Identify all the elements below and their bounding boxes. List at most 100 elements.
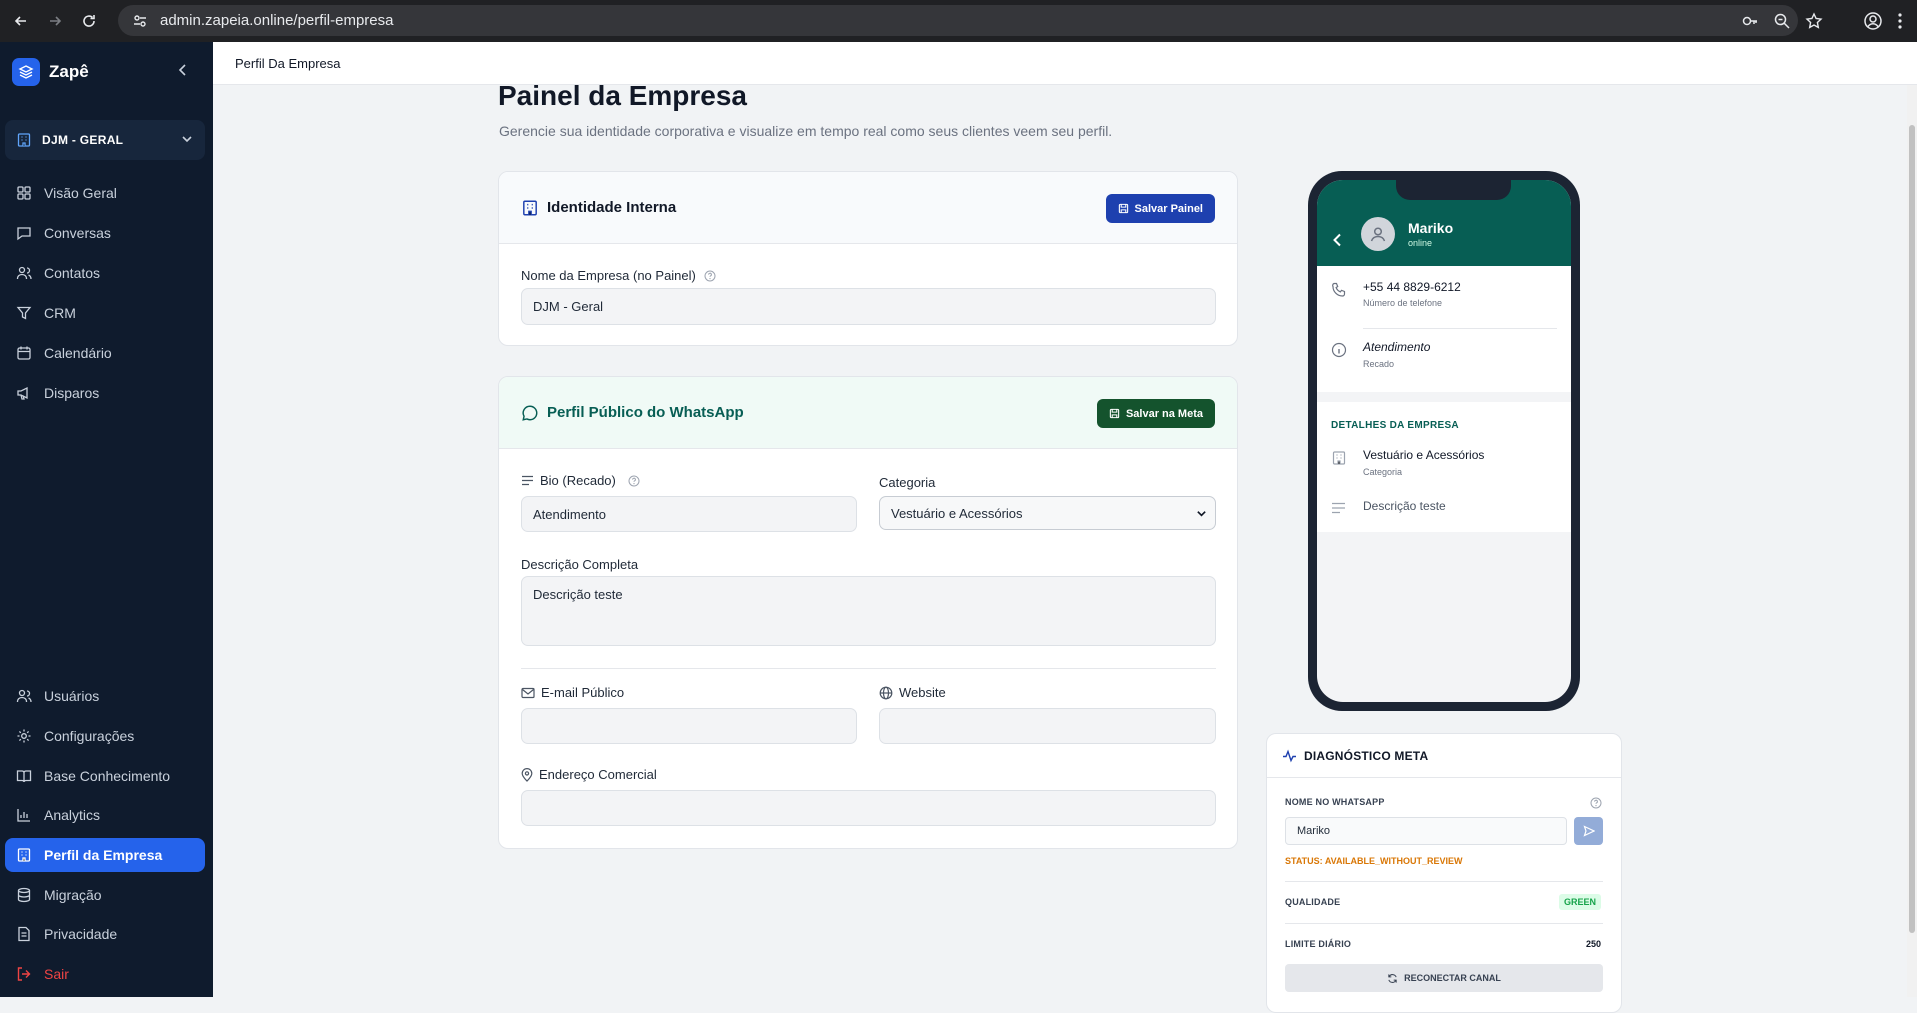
phone-preview: Mariko online +55 44 8829-6212 Número de… (1308, 171, 1580, 711)
save-meta-label: Salvar na Meta (1125, 407, 1203, 420)
description-preview: Descrição teste (1363, 499, 1446, 513)
category-select[interactable]: Vestuário e Acessórios (879, 496, 1216, 530)
star-icon[interactable] (1805, 12, 1823, 30)
sidebar-item-conversas[interactable]: Conversas (5, 216, 205, 250)
reload-icon[interactable] (76, 8, 102, 34)
sidebar-item-configuracoes[interactable]: Configurações (5, 719, 205, 753)
whatsapp-name-input[interactable]: Mariko (1285, 817, 1567, 845)
page-subtitle: Gerencie sua identidade corporativa e vi… (499, 123, 1113, 139)
phone-icon (1331, 282, 1347, 298)
save-meta-button[interactable]: Salvar na Meta (1096, 399, 1215, 428)
email-input[interactable] (521, 708, 857, 744)
save-panel-button[interactable]: Salvar Painel (1105, 194, 1215, 223)
details-section-title: DETALHES DA EMPRESA (1331, 420, 1459, 431)
sidebar-item-migracao[interactable]: Migração (5, 878, 205, 912)
save-icon (1109, 408, 1120, 419)
help-icon[interactable] (628, 475, 640, 487)
divider (1285, 881, 1603, 882)
sidebar-item-privacidade[interactable]: Privacidade (5, 917, 205, 951)
reconnect-channel-button[interactable]: RECONECTAR CANAL (1285, 964, 1603, 992)
company-name-input[interactable]: DJM - Geral (521, 288, 1216, 325)
save-panel-label: Salvar Painel (1134, 202, 1204, 215)
address-input[interactable] (521, 790, 1216, 826)
status-text: STATUS: AVAILABLE_WITHOUT_REVIEW (1285, 856, 1463, 866)
company-name-label: Nome da Empresa (no Painel) (521, 268, 716, 283)
business-details-block: DETALHES DA EMPRESA Vestuário e Acessóri… (1317, 402, 1571, 532)
brand-name: Zapê (49, 62, 89, 81)
help-icon[interactable] (704, 270, 716, 282)
scrollbar-thumb[interactable] (1909, 125, 1915, 933)
bio-label: Bio (Recado) (521, 473, 640, 488)
help-icon[interactable] (1590, 797, 1602, 809)
logout-icon (15, 965, 33, 983)
sidebar: Zapê DJM - GERAL Visão Geral Conversas C… (0, 42, 213, 997)
whatsapp-profile-card: Perfil Público do WhatsApp Salvar na Met… (498, 376, 1238, 849)
website-input[interactable] (879, 708, 1216, 744)
sidebar-item-usuarios[interactable]: Usuários (5, 679, 205, 713)
divider (1285, 923, 1603, 924)
sidebar-item-perfil-empresa[interactable]: Perfil da Empresa (5, 838, 205, 872)
menu-dots-icon[interactable] (1897, 12, 1903, 30)
sidebar-item-label: Privacidade (44, 926, 118, 942)
send-name-button[interactable] (1574, 817, 1603, 845)
building-icon (16, 132, 32, 148)
sidebar-item-label: CRM (44, 305, 76, 321)
contact-name: Mariko (1408, 220, 1454, 236)
brand[interactable]: Zapê (12, 58, 89, 86)
identity-card-title: Identidade Interna (547, 199, 677, 216)
sidebar-item-analytics[interactable]: Analytics (5, 798, 205, 832)
workspace-name: DJM - GERAL (42, 133, 124, 147)
sidebar-item-label: Sair (44, 966, 69, 982)
refresh-icon (1387, 973, 1398, 984)
phone-screen: Mariko online +55 44 8829-6212 Número de… (1317, 180, 1571, 702)
divider (1363, 328, 1557, 329)
bio-label-text: Bio (Recado) (540, 473, 616, 488)
layers-logo-icon (12, 58, 40, 86)
category-label: Categoria (879, 475, 936, 490)
sidebar-item-label: Conversas (44, 225, 111, 241)
sidebar-item-visao-geral[interactable]: Visão Geral (5, 176, 205, 210)
sidebar-item-label: Base Conhecimento (44, 768, 171, 784)
mail-icon (521, 687, 535, 699)
identity-card-header: Identidade Interna Salvar Painel (499, 172, 1237, 244)
gear-icon (15, 727, 33, 745)
building-icon (521, 199, 539, 217)
zoom-icon[interactable] (1773, 12, 1791, 30)
info-icon (1331, 342, 1347, 358)
sidebar-item-crm[interactable]: CRM (5, 296, 205, 330)
profile-icon[interactable] (1863, 11, 1883, 31)
sidebar-item-contatos[interactable]: Contatos (5, 256, 205, 290)
email-label: E-mail Público (521, 685, 624, 700)
globe-icon (879, 686, 893, 700)
identity-card: Identidade Interna Salvar Painel Nome da… (498, 171, 1238, 346)
website-label: Website (879, 685, 946, 700)
address-bar[interactable]: admin.zapeia.online/perfil-empresa (118, 5, 1798, 36)
category-select-value: Vestuário e Acessórios (891, 505, 1023, 521)
page-title: Painel da Empresa (498, 80, 748, 111)
chat-bubble-icon (521, 404, 539, 422)
description-textarea[interactable]: Descrição teste (521, 576, 1216, 646)
chat-icon (15, 224, 33, 242)
sidebar-item-calendario[interactable]: Calendário (5, 336, 205, 370)
back-icon[interactable] (8, 8, 34, 34)
sidebar-item-base-conhecimento[interactable]: Base Conhecimento (5, 759, 205, 793)
phone-number: +55 44 8829-6212 (1363, 280, 1461, 294)
sidebar-item-sair[interactable]: Sair (5, 957, 205, 991)
chevron-down-icon (1196, 508, 1207, 519)
contact-info-block: +55 44 8829-6212 Número de telefone Aten… (1317, 266, 1571, 392)
daily-limit-label: LIMITE DIÁRIO (1285, 939, 1352, 949)
sidebar-item-disparos[interactable]: Disparos (5, 376, 205, 410)
reconnect-label: RECONECTAR CANAL (1404, 973, 1501, 983)
quality-badge: GREEN (1558, 894, 1601, 910)
whatsapp-card-title: Perfil Público do WhatsApp (547, 404, 744, 421)
filter-icon (15, 304, 33, 322)
users-icon (15, 687, 33, 705)
forward-icon[interactable] (42, 8, 68, 34)
activity-icon (1282, 748, 1297, 763)
site-settings-icon[interactable] (132, 13, 148, 29)
key-icon[interactable] (1741, 12, 1759, 30)
collapse-sidebar-icon[interactable] (178, 64, 188, 76)
bio-input[interactable]: Atendimento (521, 496, 857, 532)
workspace-selector[interactable]: DJM - GERAL (5, 120, 205, 160)
building-icon (1331, 450, 1347, 466)
